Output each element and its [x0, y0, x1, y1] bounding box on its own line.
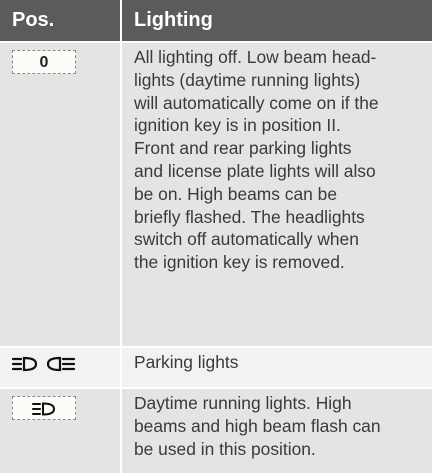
description-line: All lighting off. Low beam head-	[134, 47, 377, 67]
table-header-row: Pos. Lighting	[0, 0, 432, 42]
lighting-table: Pos. Lighting 0 All lighting off. Low be…	[0, 0, 432, 473]
description-line: be used in this position.	[134, 438, 316, 459]
description-line: switch off automatically when	[134, 229, 359, 250]
column-header-position: Pos.	[0, 0, 122, 42]
description-line: lights (daytime running lights)	[134, 69, 361, 90]
description-cell: All lighting off. Low beam head- lights …	[121, 41, 432, 347]
knob-position-0-icon: 0	[12, 50, 76, 74]
description-line: Front and rear parking lights	[134, 138, 352, 159]
position-cell	[0, 346, 122, 388]
position-cell: 0	[0, 41, 122, 347]
description-line: will automatically come on if the	[134, 92, 379, 113]
column-header-lighting: Lighting	[121, 0, 432, 42]
description-line: the ignition key is removed.	[134, 252, 345, 273]
table-row: Daytime running lights. High beams and h…	[0, 387, 432, 473]
description-line: Daytime running lights. High	[134, 393, 352, 413]
parking-light-left-icon	[12, 356, 38, 372]
description-cell: Parking lights	[121, 346, 432, 388]
description-line: beams and high beam flash can	[134, 415, 381, 436]
description-line: ignition key is in position II.	[134, 115, 341, 136]
description-line: Parking lights	[134, 352, 239, 372]
drl-symbol-icon	[32, 402, 56, 416]
daytime-running-lights-icon	[12, 396, 76, 420]
table-row: Parking lights	[0, 346, 432, 388]
parking-lights-icon	[12, 356, 76, 372]
position-cell	[0, 387, 122, 473]
description-line: be on. High beams can be	[134, 183, 338, 204]
description-line: and license plate lights will also	[134, 160, 376, 181]
table-row: 0 All lighting off. Low beam head- light…	[0, 41, 432, 347]
description-cell: Daytime running lights. High beams and h…	[121, 387, 432, 473]
position-label: 0	[39, 54, 49, 71]
description-line: briefly flashed. The headlights	[134, 206, 365, 227]
parking-light-right-icon	[46, 356, 76, 372]
